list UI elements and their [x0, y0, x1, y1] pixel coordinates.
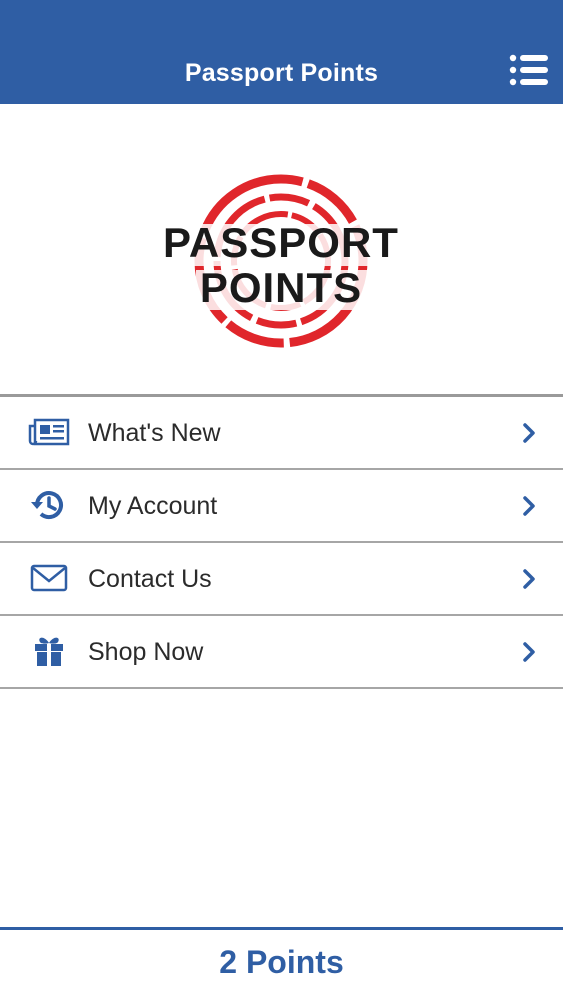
menu-item-my-account[interactable]: My Account — [0, 470, 563, 543]
points-footer: 2 Points — [0, 927, 563, 1003]
points-balance: 2 Points — [219, 944, 344, 980]
chevron-right-icon — [520, 640, 538, 664]
chevron-right-icon — [520, 421, 538, 445]
logo-line-1: PASSPORT — [163, 219, 399, 266]
menu-item-contact-us[interactable]: Contact Us — [0, 543, 563, 616]
menu-item-label: Contact Us — [88, 565, 212, 593]
menu-item-label: My Account — [88, 492, 218, 520]
menu-item-whats-new[interactable]: What's New — [0, 397, 563, 470]
menu-item-label: Shop Now — [88, 638, 204, 666]
main-menu: What's New My Account Contact Us Shop No… — [0, 394, 563, 689]
menu-button[interactable] — [502, 50, 554, 90]
menu-item-label: What's New — [88, 419, 221, 447]
envelope-icon — [28, 561, 70, 595]
app-header: Passport Points — [0, 0, 563, 104]
menu-item-shop-now[interactable]: Shop Now — [0, 616, 563, 689]
chevron-right-icon — [520, 494, 538, 518]
chevron-right-icon — [520, 567, 538, 591]
history-icon — [28, 488, 70, 522]
page-title: Passport Points — [184, 59, 379, 87]
logo-line-2: POINTS — [200, 264, 362, 311]
newspaper-icon — [28, 415, 70, 449]
passport-points-logo: PASSPORT POINTS — [150, 170, 412, 352]
gift-icon — [28, 634, 70, 668]
list-menu-icon — [509, 54, 548, 86]
